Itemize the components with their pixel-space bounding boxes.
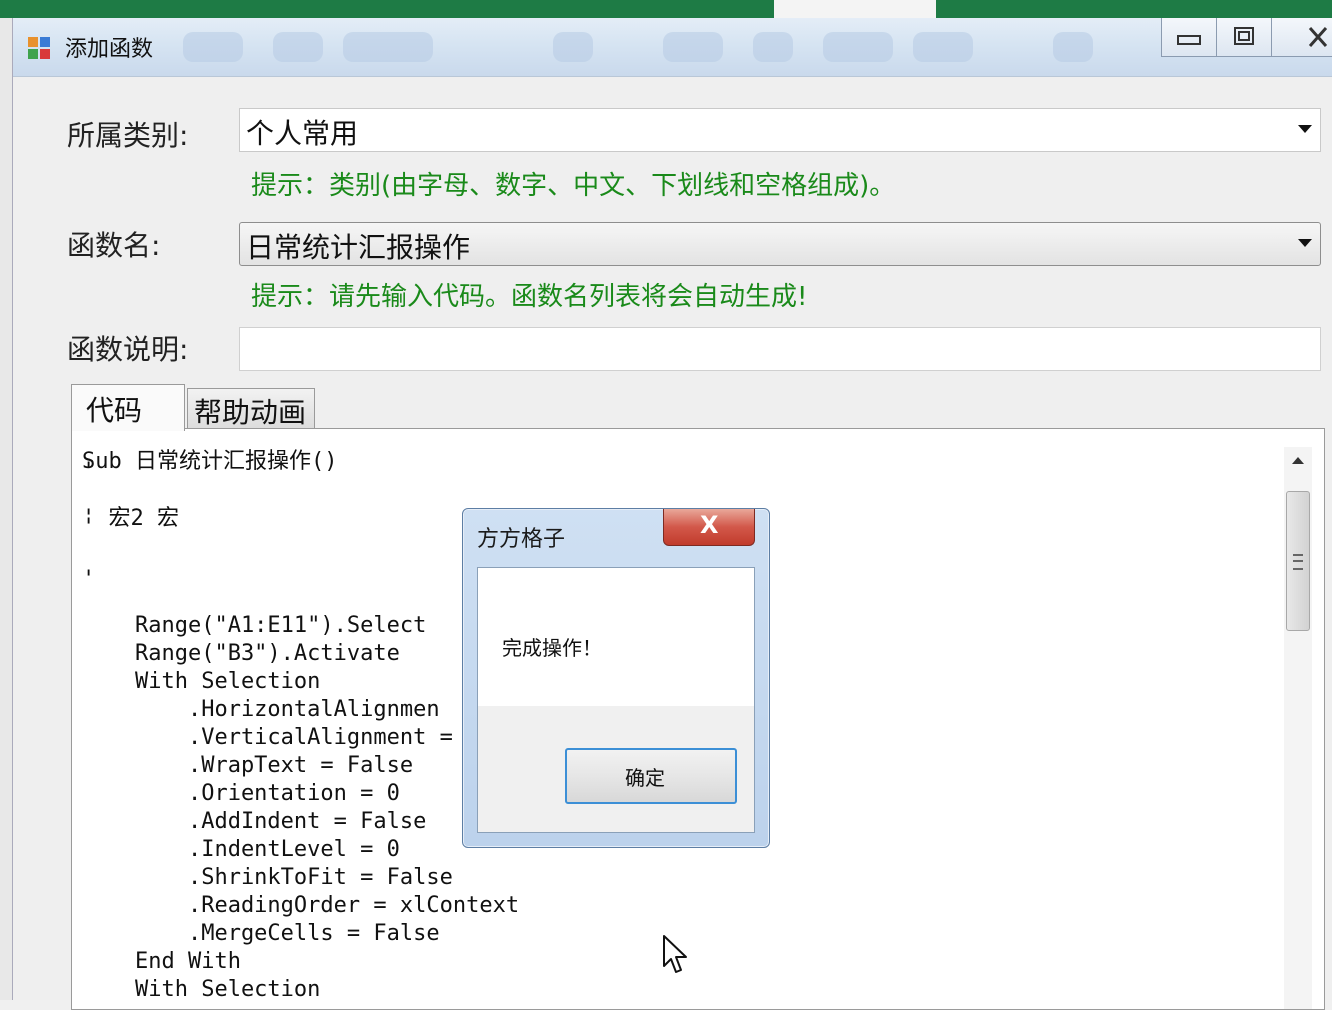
excel-ribbon-strip — [0, 0, 1332, 18]
category-hint: 提示：类别(由字母、数字、中文、下划线和空格组成)。 — [251, 171, 896, 201]
code-line: ' 宏2 宏 — [82, 506, 179, 531]
description-label: 函数说明: — [67, 333, 189, 366]
message-dialog: 方方格子 X 完成操作！ 确定 — [462, 508, 770, 848]
blurred-ribbon-item — [183, 32, 243, 62]
code-line: With Selection — [82, 669, 321, 694]
dialog-body: 完成操作！ 确定 — [477, 567, 755, 833]
blurred-ribbon-item — [913, 32, 973, 62]
function-name-hint: 提示：请先输入代码。函数名列表将会自动生成! — [251, 282, 808, 312]
code-line: .AddIndent = False — [82, 809, 427, 834]
blurred-ribbon-item — [273, 32, 323, 62]
dialog-message: 完成操作！ — [502, 636, 602, 660]
scroll-up-arrow-icon[interactable] — [1292, 457, 1304, 464]
category-value: 个人常用 — [246, 117, 359, 150]
code-line: .ShrinkToFit = False — [82, 865, 453, 890]
ok-button[interactable]: 确定 — [565, 748, 737, 804]
code-line: .VerticalAlignment = — [82, 725, 453, 750]
window-title: 添加函数 — [65, 37, 154, 62]
dialog-close-button[interactable]: X — [663, 509, 755, 546]
code-line: Sub 日常统计汇报操作() — [82, 449, 338, 474]
category-label: 所属类别: — [67, 119, 189, 152]
code-line: End With — [82, 949, 241, 974]
tab-help-animation-label: 帮助动画 — [194, 396, 307, 429]
code-line: ' — [82, 567, 96, 592]
code-line: .WrapText = False — [82, 753, 414, 778]
minimize-button[interactable] — [1161, 18, 1217, 57]
close-icon — [1308, 27, 1328, 47]
code-line: ' — [82, 515, 96, 540]
tab-code[interactable]: 代码 — [71, 384, 185, 431]
function-name-label: 函数名: — [67, 229, 161, 262]
ribbon-tab-highlight — [774, 0, 936, 18]
ok-button-label: 确定 — [625, 766, 665, 790]
mouse-pointer-icon — [663, 935, 687, 973]
code-line: .IndentLevel = 0 — [82, 837, 400, 862]
dialog-title: 方方格子 — [477, 527, 566, 552]
description-input[interactable] — [239, 327, 1321, 371]
code-line: Range("B3").Activate — [82, 641, 400, 666]
app-icon — [28, 37, 50, 59]
blurred-ribbon-item — [553, 32, 593, 62]
code-line: .MergeCells = False — [82, 921, 440, 946]
code-line: .ReadingOrder = xlContext — [82, 893, 520, 918]
code-line: With Selection — [82, 977, 321, 1002]
code-line: ' — [82, 459, 96, 484]
function-name-value: 日常统计汇报操作 — [246, 231, 471, 264]
chevron-down-icon[interactable] — [1298, 125, 1312, 133]
chevron-down-icon[interactable] — [1298, 239, 1312, 247]
category-dropdown[interactable]: 个人常用 — [239, 108, 1321, 152]
blurred-ribbon-item — [823, 32, 893, 62]
window-titlebar: 添加函数 — [13, 18, 1332, 77]
close-icon: X — [700, 511, 719, 539]
minimize-icon — [1177, 35, 1201, 45]
code-line: .HorizontalAlignmen — [82, 697, 440, 722]
code-line: Range("A1:E11").Select — [82, 613, 427, 638]
close-button[interactable] — [1271, 18, 1332, 57]
blurred-ribbon-item — [663, 32, 723, 62]
code-line: .Orientation = 0 — [82, 781, 400, 806]
tab-code-label: 代码 — [86, 394, 143, 427]
blurred-ribbon-item — [343, 32, 433, 62]
grip-icon — [1293, 554, 1303, 570]
restore-button[interactable] — [1216, 18, 1272, 57]
tab-help-animation[interactable]: 帮助动画 — [187, 388, 315, 429]
blurred-ribbon-item — [753, 32, 793, 62]
function-name-dropdown[interactable]: 日常统计汇报操作 — [239, 222, 1321, 266]
blurred-ribbon-item — [1053, 32, 1093, 62]
restore-icon — [1234, 27, 1254, 45]
vertical-scrollbar[interactable] — [1284, 447, 1312, 1009]
scrollbar-thumb[interactable] — [1286, 491, 1310, 631]
